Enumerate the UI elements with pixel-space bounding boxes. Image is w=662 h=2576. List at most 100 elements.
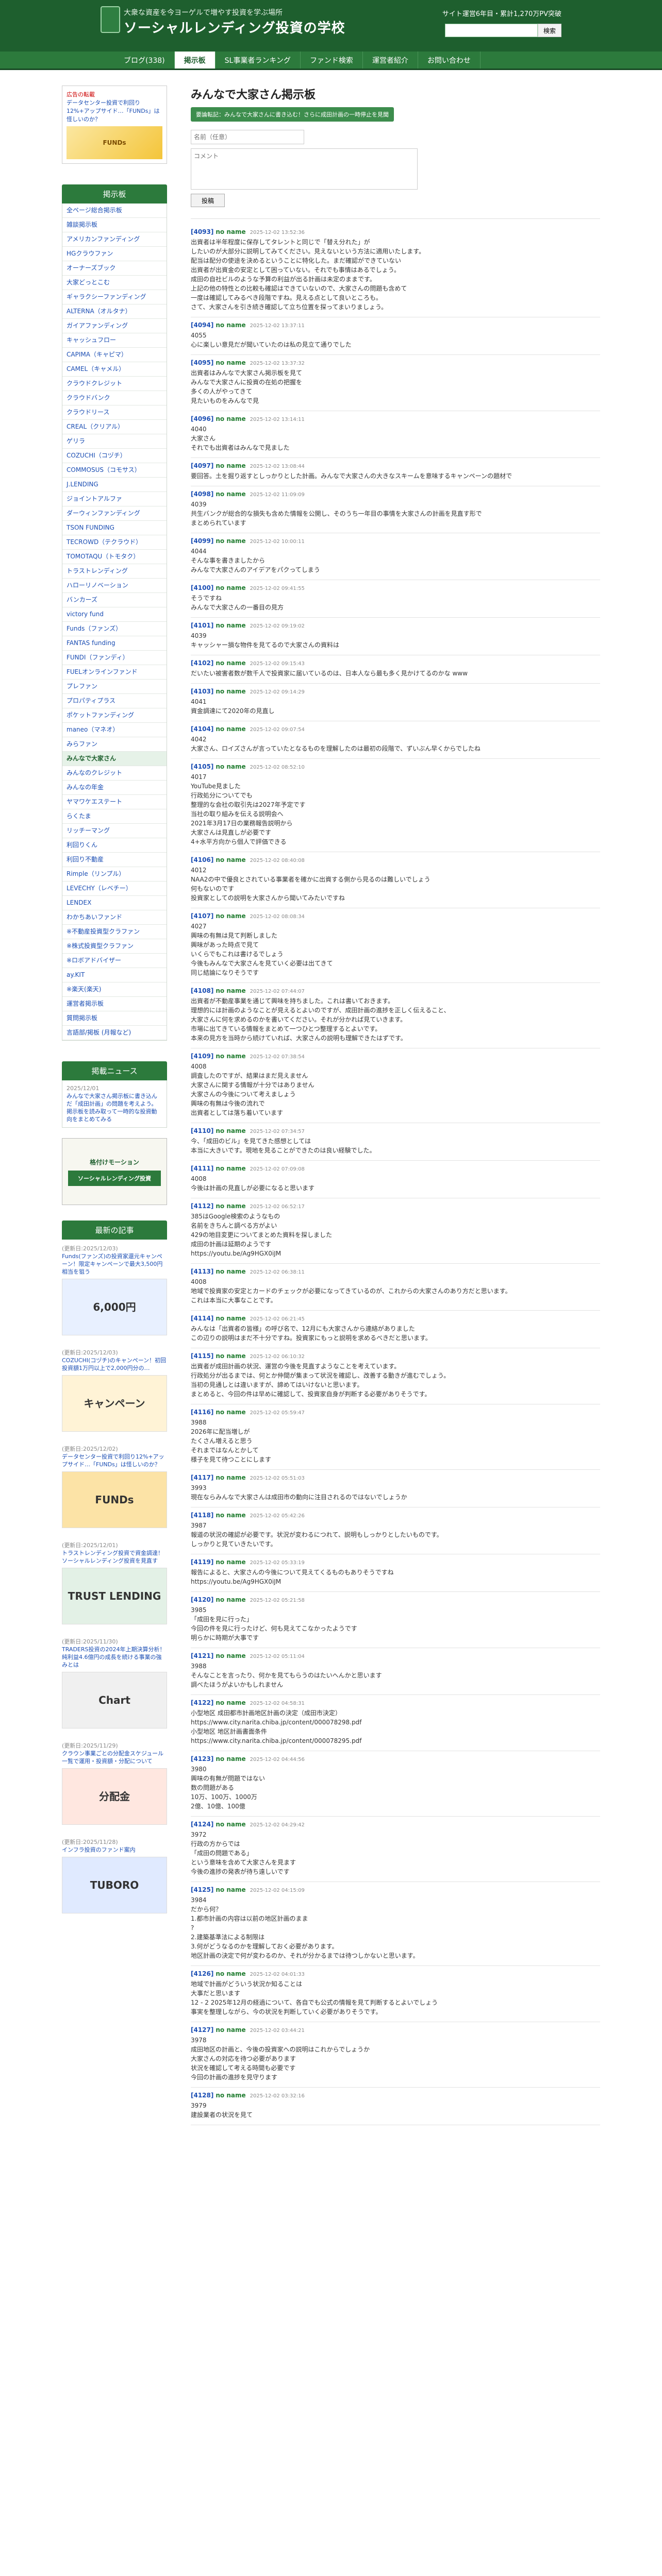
article-card[interactable]: (更新日:2025/11/29) クラウン事業ごとの分配金スケジュール一覧で運用・…: [62, 1742, 167, 1825]
article-link[interactable]: クラウン事業ごとの分配金スケジュール一覧で運用・投資額・分配について: [62, 1750, 163, 1765]
nav-item-0[interactable]: ブログ(338): [114, 52, 175, 69]
sidebar-board-link[interactable]: 雑談掲示板: [62, 218, 167, 232]
post-number[interactable]: [4098]: [191, 490, 213, 498]
post-number[interactable]: [4111]: [191, 1165, 213, 1172]
sidebar-board-link[interactable]: HGクラウファン: [62, 247, 167, 261]
sidebar-board-link[interactable]: ay.KIT: [62, 968, 167, 982]
post-number[interactable]: [4119]: [191, 1558, 213, 1566]
sidebar-board-link[interactable]: Funds（ファンズ）: [62, 622, 167, 636]
article-thumbnail[interactable]: Chart: [62, 1672, 167, 1728]
post-number[interactable]: [4102]: [191, 659, 213, 667]
sidebar-board-link[interactable]: らくたま: [62, 809, 167, 824]
sidebar-board-link[interactable]: アメリカンファンディング: [62, 232, 167, 247]
nav-item-1[interactable]: 掲示板: [174, 52, 216, 69]
article-thumbnail[interactable]: TRUST LENDING: [62, 1568, 167, 1624]
post-number[interactable]: [4109]: [191, 1053, 213, 1060]
sidebar-board-link[interactable]: CAMEL（キャメル）: [62, 362, 167, 377]
post-number[interactable]: [4107]: [191, 912, 213, 920]
nav-item-4[interactable]: 運営者紹介: [363, 52, 418, 69]
sidebar-board-link[interactable]: victory fund: [62, 607, 167, 622]
sidebar-board-link[interactable]: 言語部/掲板 (月報など): [62, 1026, 167, 1040]
article-thumbnail[interactable]: TUBORO: [62, 1857, 167, 1913]
post-number[interactable]: [4103]: [191, 688, 213, 695]
post-number[interactable]: [4094]: [191, 321, 213, 329]
sidebar-board-link[interactable]: ※楽天(楽天): [62, 982, 167, 997]
article-card[interactable]: (更新日:2025/12/02) データセンター投資で利回り12%+アップサイド……: [62, 1445, 167, 1528]
article-thumbnail[interactable]: キャンペーン: [62, 1375, 167, 1432]
post-number[interactable]: [4126]: [191, 1970, 213, 1977]
sidebar-board-link[interactable]: TOMOTAQU（トモタク）: [62, 550, 167, 564]
sidebar-board-link[interactable]: リッチーマング: [62, 824, 167, 838]
article-link[interactable]: COZUCHI(コヅチ)のキャンペーン！初回投資額1万円以上で2,000円分の…: [62, 1357, 166, 1371]
post-number[interactable]: [4121]: [191, 1652, 213, 1659]
post-number[interactable]: [4106]: [191, 856, 213, 863]
sidebar-board-link[interactable]: トラストレンディング: [62, 564, 167, 579]
sidebar-board-link[interactable]: キャッシュフロー: [62, 333, 167, 348]
news-link[interactable]: みんなで大家さん掲示板に書き込んだ「成田計画」の問題を考えよう。掲示板を読み取っ…: [67, 1093, 157, 1123]
post-number[interactable]: [4096]: [191, 415, 213, 422]
sidebar-board-link[interactable]: ※ロボアドバイザー: [62, 954, 167, 968]
sidebar-board-link[interactable]: Rimple（リンプル）: [62, 867, 167, 882]
sidebar-board-link[interactable]: CREAL（クリアル）: [62, 420, 167, 434]
article-link[interactable]: インフラ投資のファンド案内: [62, 1846, 136, 1853]
article-link[interactable]: トラストレンディング投資で資金調達！ソーシャルレンディング投資を見直す: [62, 1550, 163, 1564]
post-number[interactable]: [4122]: [191, 1699, 213, 1706]
article-link[interactable]: データセンター投資で利回り12%+アップサイド…「FUNDs」は怪しいのか？: [62, 1453, 164, 1468]
ad-image[interactable]: FUNDs: [67, 126, 162, 159]
post-number[interactable]: [4125]: [191, 1886, 213, 1893]
sidebar-board-link[interactable]: オーナーズブック: [62, 261, 167, 276]
sidebar-board-link[interactable]: 大家どっとこむ: [62, 276, 167, 290]
post-number[interactable]: [4128]: [191, 2092, 213, 2099]
nav-item-5[interactable]: お問い合わせ: [418, 52, 481, 69]
article-thumbnail[interactable]: FUNDs: [62, 1471, 167, 1528]
post-number[interactable]: [4100]: [191, 584, 213, 591]
sidebar-board-link[interactable]: CAPIMA（キャピマ）: [62, 348, 167, 362]
article-card[interactable]: (更新日:2025/11/28) インフラ投資のファンド案内 TUBORO: [62, 1838, 167, 1913]
sidebar-board-link[interactable]: みんなの年金: [62, 781, 167, 795]
article-card[interactable]: (更新日:2025/11/30) TRADERS投資の2024年上期決算分析！純利…: [62, 1638, 167, 1728]
sidebar-board-link[interactable]: ポケットファンディング: [62, 708, 167, 723]
sidebar-board-link[interactable]: TSON FUNDING: [62, 521, 167, 535]
post-number[interactable]: [4097]: [191, 462, 213, 469]
notice-badge[interactable]: 要論転記：みんなで大家さんに書き込む！さらに成田計画の一時停止を見聞: [191, 107, 394, 122]
sidebar-board-link[interactable]: みんなで大家さん: [62, 752, 167, 766]
sidebar-board-link[interactable]: maneo（マネオ）: [62, 723, 167, 737]
article-card[interactable]: (更新日:2025/12/03) Funds(ファンズ)の投資家還元キャンペーン！…: [62, 1245, 167, 1335]
sidebar-board-link[interactable]: ヤマワケエステート: [62, 795, 167, 809]
sidebar-board-link[interactable]: ゲリラ: [62, 434, 167, 449]
ad-text[interactable]: データセンター投資で利回り12%+アップサイド…「FUNDs」は怪しいのか？: [67, 98, 162, 123]
comment-textarea[interactable]: [191, 148, 418, 190]
sidebar-board-link[interactable]: プレファン: [62, 680, 167, 694]
sidebar-board-link[interactable]: COZUCHI（コヅチ）: [62, 449, 167, 463]
post-number[interactable]: [4099]: [191, 537, 213, 545]
sidebar-board-link[interactable]: クラウドバンク: [62, 391, 167, 405]
post-number[interactable]: [4118]: [191, 1512, 213, 1519]
name-input[interactable]: [191, 130, 304, 144]
article-thumbnail[interactable]: 分配金: [62, 1768, 167, 1825]
post-number[interactable]: [4101]: [191, 622, 213, 629]
sidebar-board-link[interactable]: 質問掲示板: [62, 1011, 167, 1026]
sidebar-board-link[interactable]: 全ページ総合掲示板: [62, 204, 167, 218]
post-number[interactable]: [4123]: [191, 1755, 213, 1762]
article-link[interactable]: Funds(ファンズ)の投資家還元キャンペーン！限定キャンペーンで最大3,500…: [62, 1253, 162, 1275]
sidebar-board-link[interactable]: FUELオンラインファンド: [62, 665, 167, 680]
sidebar-board-link[interactable]: ギャラクシーファンディング: [62, 290, 167, 304]
sidebar-board-link[interactable]: クラウドリース: [62, 405, 167, 420]
sidebar-board-link[interactable]: J.LENDING: [62, 478, 167, 492]
sidebar-ad[interactable]: 広告の転載 データセンター投資で利回り12%+アップサイド…「FUNDs」は怪し…: [62, 86, 167, 164]
nav-item-3[interactable]: ファンド検索: [301, 52, 363, 69]
sidebar-board-link[interactable]: LENDEX: [62, 896, 167, 910]
site-logo-icon[interactable]: [101, 6, 120, 33]
post-number[interactable]: [4117]: [191, 1474, 213, 1481]
sidebar-board-link[interactable]: バンカーズ: [62, 593, 167, 607]
sidebar-board-link[interactable]: みんなのクレジット: [62, 766, 167, 781]
sidebar-board-link[interactable]: TECROWD（テクラウド）: [62, 535, 167, 550]
sidebar-board-link[interactable]: 利回り不動産: [62, 853, 167, 867]
post-number[interactable]: [4110]: [191, 1127, 213, 1134]
article-card[interactable]: (更新日:2025/12/03) COZUCHI(コヅチ)のキャンペーン！初回投資…: [62, 1349, 167, 1432]
sidebar-board-link[interactable]: ダーウィンファンディング: [62, 506, 167, 521]
post-number[interactable]: [4127]: [191, 2026, 213, 2033]
post-number[interactable]: [4105]: [191, 763, 213, 770]
post-number[interactable]: [4113]: [191, 1268, 213, 1275]
sidebar-board-link[interactable]: ガイアファンディング: [62, 319, 167, 333]
